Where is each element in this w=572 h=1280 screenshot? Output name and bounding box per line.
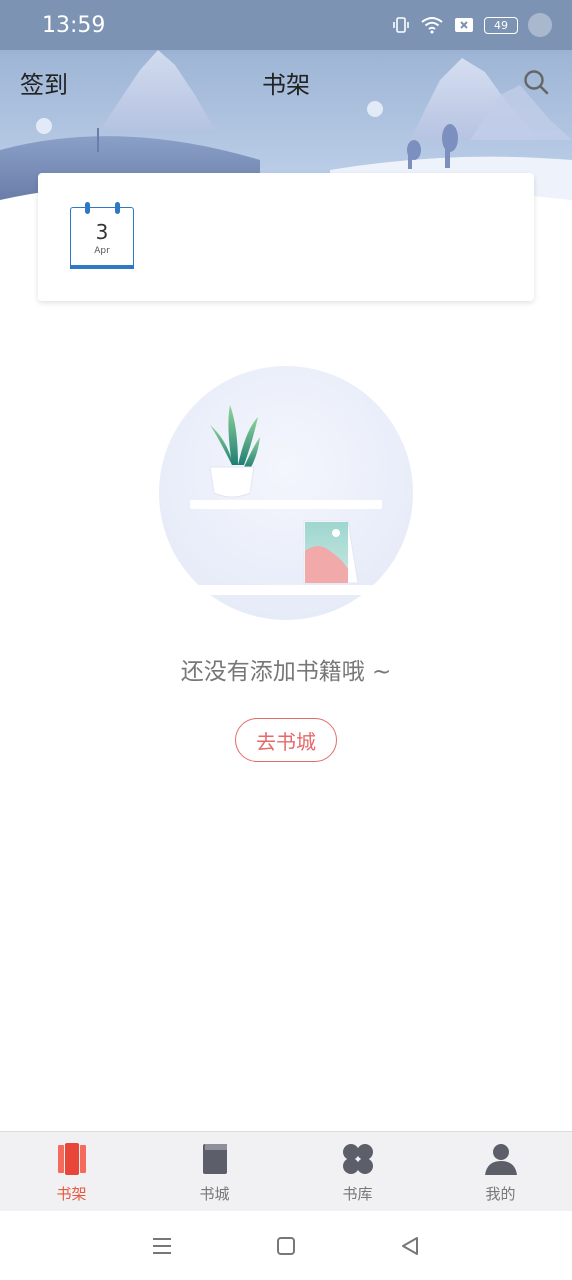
status-time: 13:59 [42,12,106,38]
tab-label: 书库 [342,1185,373,1203]
tab-store[interactable]: 书城 [143,1132,286,1211]
tab-label: 书架 [56,1185,87,1203]
status-bar: 13:59 49 [0,0,572,50]
tab-library[interactable]: 书库 [286,1132,429,1211]
calendar-ring [115,202,120,214]
checkin-card[interactable]: 3 Apr [38,173,534,301]
bottom-tabbar: 书架 书城 书库 我的 [0,1131,572,1211]
status-indicator [528,13,552,37]
app-bar: 签到 书架 [0,52,572,112]
calendar-icon[interactable]: 3 Apr [70,202,134,269]
menu-icon[interactable] [150,1234,174,1258]
vibrate-icon [393,17,409,33]
search-icon[interactable] [522,68,550,96]
calendar-ring [85,202,90,214]
tab-label: 书城 [199,1185,230,1203]
page-title: 书架 [262,70,310,99]
calendar-bottom-bar [70,265,134,269]
battery-level: 49 [494,18,508,32]
goto-store-button[interactable]: 去书城 [235,718,337,762]
system-navigation-bar [0,1211,572,1280]
back-icon[interactable] [398,1234,422,1258]
calendar-day: 3 [95,220,109,244]
checkin-button[interactable]: 签到 [20,65,68,100]
profile-icon [484,1144,517,1175]
home-icon[interactable] [274,1234,298,1258]
calendar-month: Apr [94,246,110,256]
tab-bookshelf[interactable]: 书架 [0,1132,143,1211]
status-icons: 49 [392,13,552,37]
wifi-icon [421,17,443,34]
tab-profile[interactable]: 我的 [429,1132,572,1211]
empty-shelf-illustration [159,366,413,620]
book-icon [202,1144,227,1174]
grid-icon [342,1144,373,1174]
tab-label: 我的 [485,1185,516,1203]
bookshelf-icon [57,1143,86,1175]
empty-message: 还没有添加书籍哦 ~ [180,659,392,685]
sim-off-icon [455,18,473,32]
battery-icon: 49 [484,16,518,34]
